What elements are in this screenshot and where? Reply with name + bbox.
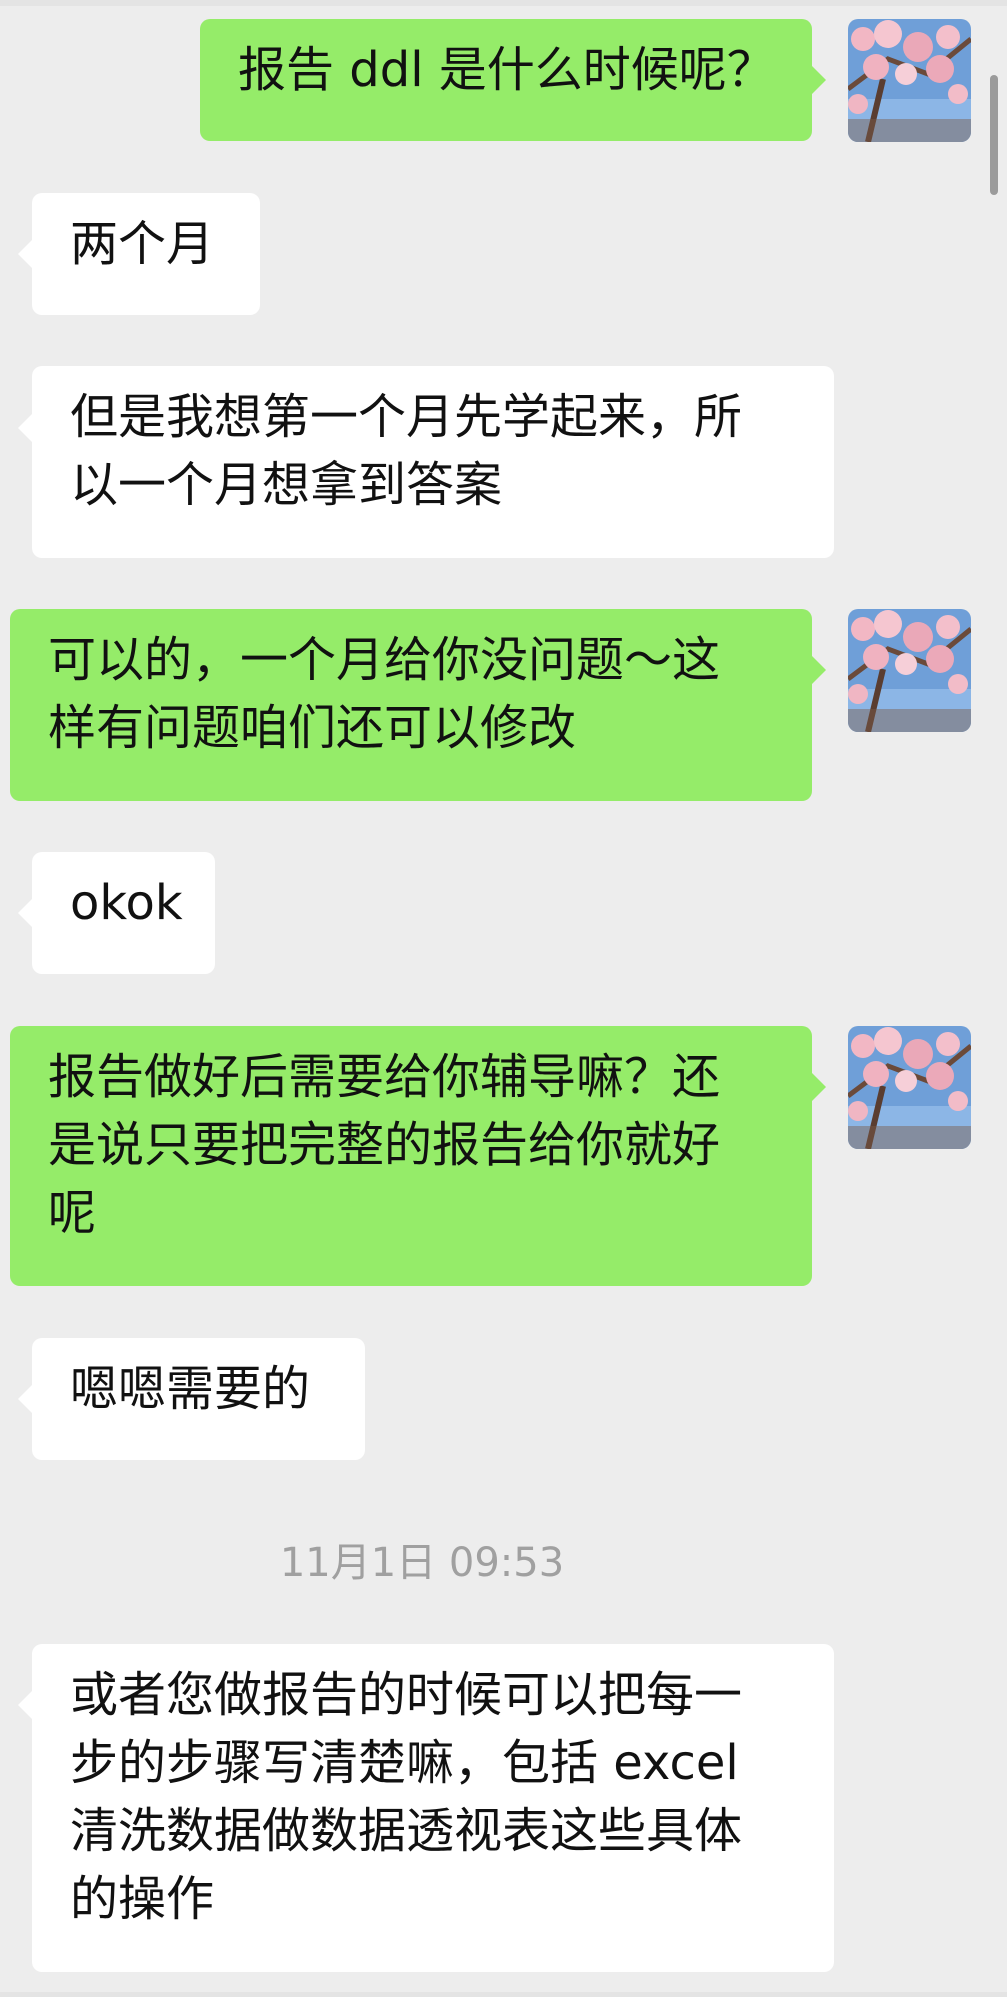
message-text: 样有问题咱们还可以修改 — [48, 700, 577, 756]
bubble-tail — [812, 656, 826, 684]
cherry-blossom-avatar-icon — [848, 609, 971, 732]
bubble-tail — [18, 240, 32, 268]
top-divider — [0, 0, 1007, 6]
bubble-tail — [18, 414, 32, 442]
message-bubble-peer[interactable]: 但是我想第一个月先学起来，所 以一个月想拿到答案 — [32, 366, 834, 558]
message-text: 以一个月想拿到答案 — [70, 457, 503, 513]
message-text: 两个月 — [70, 216, 215, 272]
cherry-blossom-avatar-icon — [848, 19, 971, 142]
message-bubble-self[interactable]: 报告做好后需要给你辅导嘛？还 是说只要把完整的报告给你就好 呢 — [10, 1026, 812, 1286]
scrollbar[interactable] — [990, 75, 998, 195]
bubble-tail — [18, 899, 32, 927]
message-text: 可以的，一个月给你没问题～这 — [48, 632, 721, 688]
message-bubble-peer[interactable]: 两个月 — [32, 193, 260, 315]
message-bubble-self[interactable]: 报告 ddl 是什么时候呢？ — [200, 19, 812, 141]
message-text: 呢 — [48, 1185, 97, 1241]
message-bubble-peer[interactable]: 或者您做报告的时候可以把每一 步的步骤写清楚嘛，包括 excel 清洗数据做数据… — [32, 1644, 834, 1972]
message-text: 是说只要把完整的报告给你就好 — [48, 1117, 721, 1173]
message-text: 但是我想第一个月先学起来，所 — [70, 389, 743, 445]
avatar[interactable] — [848, 1026, 971, 1149]
message-bubble-self[interactable]: 可以的，一个月给你没问题～这 样有问题咱们还可以修改 — [10, 609, 812, 801]
avatar[interactable] — [848, 609, 971, 732]
message-text: 清洗数据做数据透视表这些具体 — [70, 1803, 743, 1859]
message-bubble-peer[interactable]: 嗯嗯需要的 — [32, 1338, 365, 1460]
message-text: okok — [70, 875, 183, 931]
message-text: 或者您做报告的时候可以把每一 — [70, 1667, 743, 1723]
bubble-tail — [18, 1691, 32, 1719]
message-text: 报告做好后需要给你辅导嘛？还 — [48, 1049, 721, 1105]
bubble-tail — [812, 66, 826, 94]
bottom-divider — [0, 1992, 1007, 1997]
message-bubble-peer[interactable]: okok — [32, 852, 215, 974]
message-text: 的操作 — [70, 1871, 215, 1927]
bubble-tail — [18, 1385, 32, 1413]
avatar[interactable] — [848, 19, 971, 142]
message-text: 嗯嗯需要的 — [70, 1361, 311, 1417]
message-text: 步的步骤写清楚嘛，包括 excel — [70, 1735, 739, 1791]
timestamp: 11月1日 09:53 — [279, 1540, 565, 1586]
cherry-blossom-avatar-icon — [848, 1026, 971, 1149]
bubble-tail — [812, 1073, 826, 1101]
message-text: 报告 ddl 是什么时候呢？ — [238, 42, 775, 98]
